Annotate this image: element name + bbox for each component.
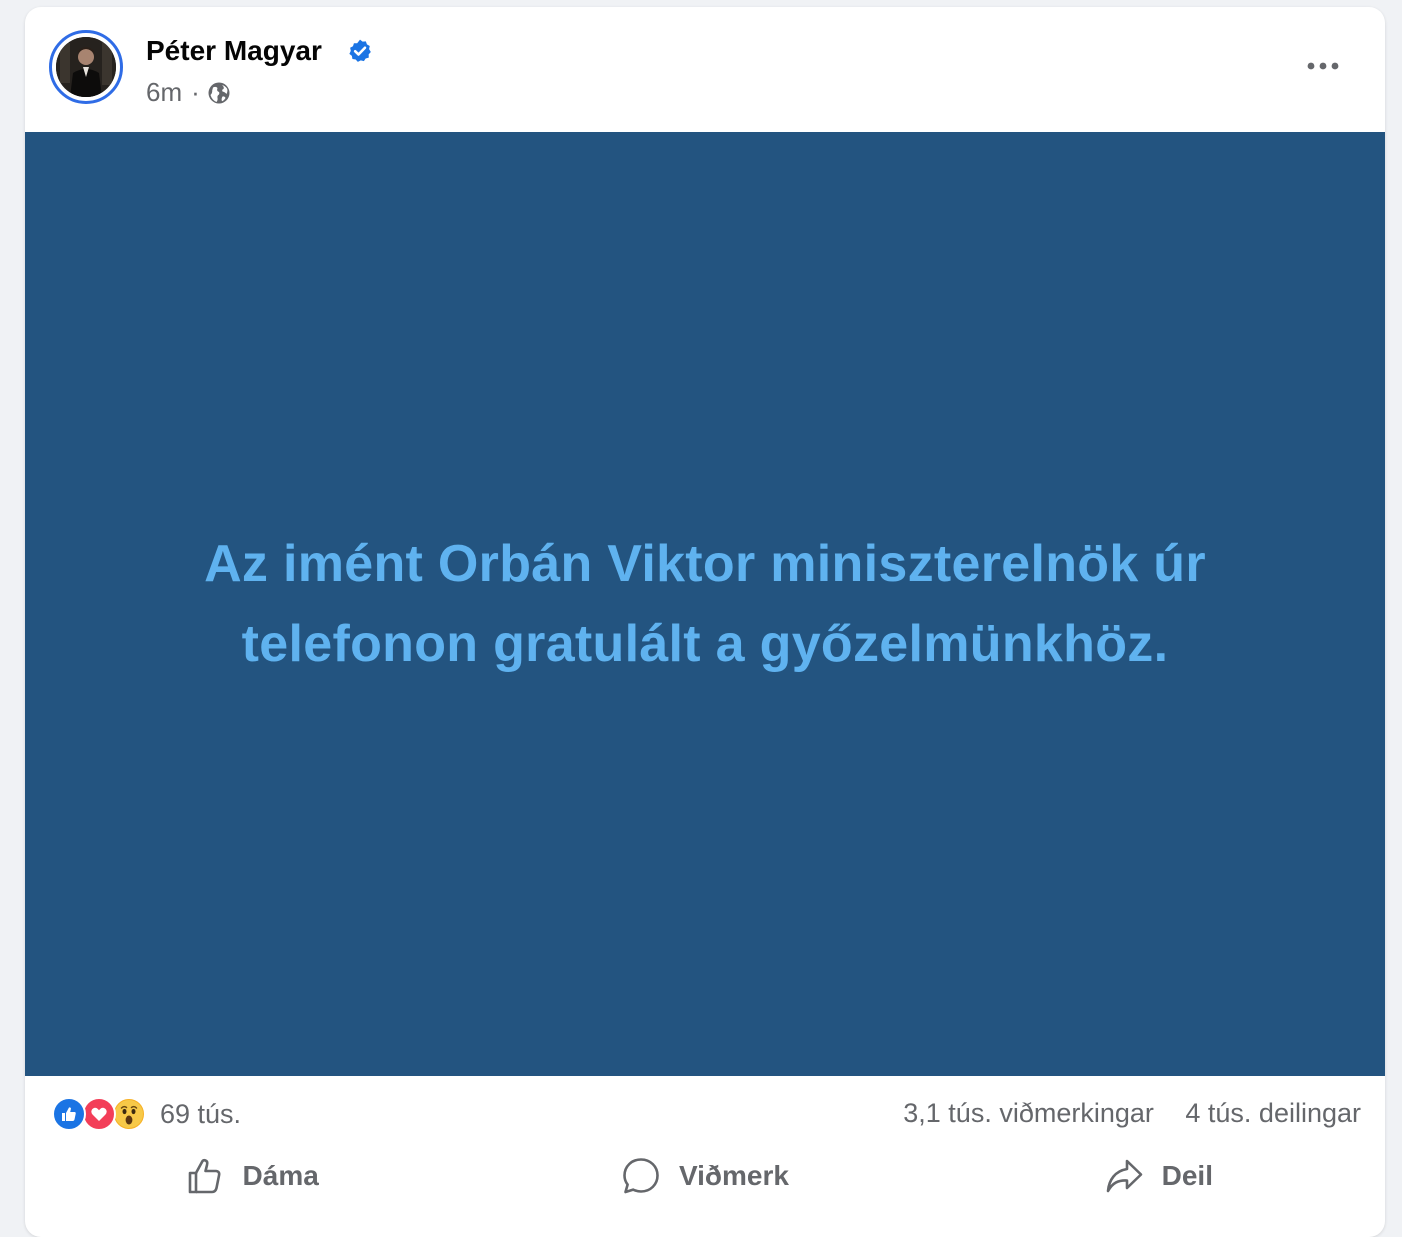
post-timestamp[interactable]: 6m [146, 77, 182, 108]
post-card: Péter Magyar 6m · Az imént Orbán Viktor … [25, 7, 1385, 1237]
globe-icon[interactable] [207, 81, 231, 105]
comment-label: Viðmerk [678, 1160, 789, 1191]
comment-button[interactable]: Viðmerk [478, 1143, 931, 1209]
wow-reaction-icon [112, 1097, 146, 1131]
engagement-counts: 3,1 tús. viðmerkingar 4 tús. deilingar [903, 1098, 1361, 1129]
reactions-summary[interactable]: 69 tús. [52, 1096, 241, 1132]
comments-count[interactable]: 3,1 tús. viðmerkingar [903, 1098, 1154, 1128]
post-actions: Dáma Viðmerk Deil [25, 1143, 1385, 1209]
shares-count[interactable]: 4 tús. deilingar [1185, 1098, 1361, 1128]
post-text-background[interactable]: Az imént Orbán Viktor miniszterelnök úr … [25, 132, 1385, 1076]
post-stats: 69 tús. 3,1 tús. viðmerkingar 4 tús. dei… [25, 1076, 1385, 1152]
share-button[interactable]: Deil [932, 1143, 1385, 1209]
meta-separator: · [191, 77, 200, 107]
thumbs-up-icon [188, 1158, 221, 1194]
share-arrow-icon [1106, 1159, 1142, 1193]
like-button[interactable]: Dáma [25, 1143, 478, 1209]
avatar-image [56, 37, 116, 97]
share-label: Deil [1161, 1160, 1213, 1191]
like-reaction-icon [52, 1097, 86, 1131]
avatar[interactable] [56, 37, 116, 97]
more-options-icon[interactable] [1303, 51, 1343, 81]
avatar-ring[interactable] [49, 30, 123, 104]
author-name[interactable]: Péter Magyar [146, 35, 322, 67]
post-text: Az imént Orbán Viktor miniszterelnök úr … [204, 535, 1206, 673]
love-reaction-icon [82, 1097, 116, 1131]
verified-badge-icon [349, 39, 371, 62]
post-header: Péter Magyar 6m · [25, 7, 1385, 132]
comment-bubble-icon [623, 1158, 659, 1194]
post-meta: 6m · [146, 77, 231, 108]
like-label: Dáma [242, 1160, 319, 1191]
reactions-count[interactable]: 69 tús. [160, 1099, 241, 1130]
